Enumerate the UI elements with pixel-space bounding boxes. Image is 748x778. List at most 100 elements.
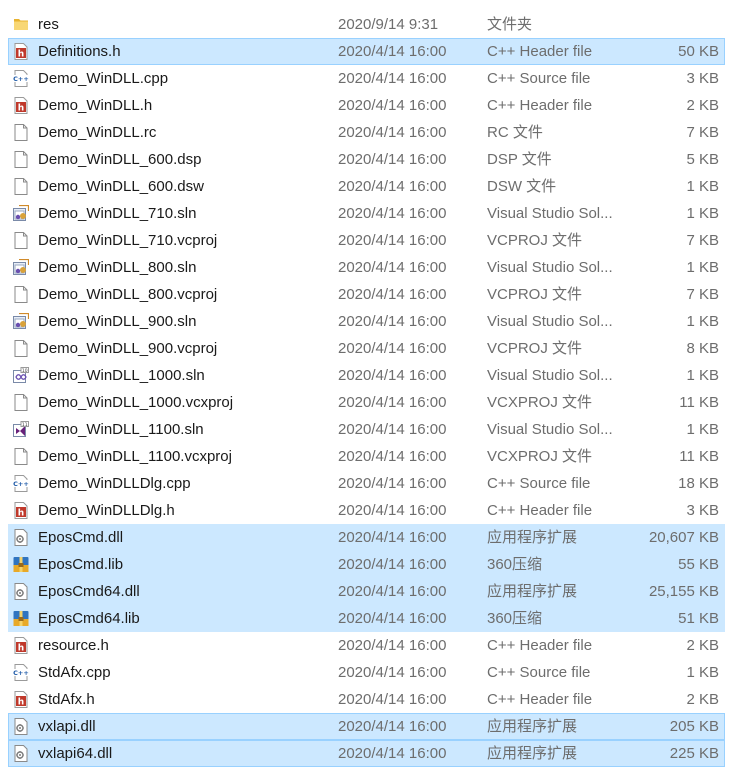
file-row[interactable]: Demo_WinDLL_710.vcproj 2020/4/14 16:00 VCP… <box>8 227 725 254</box>
file-row[interactable]: C++ Demo_WinDLLDlg.cpp 2020/4/14 16:00 C++ … <box>8 470 725 497</box>
file-type: 应用程序扩展 <box>487 529 578 546</box>
vs-solution-10-icon: 10 <box>13 367 29 384</box>
file-type: C++ Source file <box>487 70 591 87</box>
file-type: DSP 文件 <box>487 151 552 168</box>
file-date-modified: 2020/4/14 16:00 <box>338 502 447 519</box>
file-name: vxlapi64.dll <box>38 745 113 762</box>
cpp-file-icon: C++ <box>13 70 29 87</box>
file-row[interactable]: vxlapi.dll 2020/4/14 16:00 应用程序扩展 205 KB <box>8 713 725 740</box>
file-row[interactable]: Demo_WinDLL_1100.vcxproj 2020/4/14 16:00 V… <box>8 443 725 470</box>
file-row[interactable]: Demo_WinDLL_600.dsw 2020/4/14 16:00 DSW 文件… <box>8 173 725 200</box>
file-size: 2 KB <box>686 691 719 708</box>
file-size: 25,155 KB <box>648 583 719 600</box>
svg-text:h: h <box>18 698 24 708</box>
svg-text:11: 11 <box>22 422 28 428</box>
blank-file-icon <box>13 232 29 249</box>
file-row[interactable]: EposCmd64.dll 2020/4/14 16:00 应用程序扩展 25,155… <box>8 578 725 605</box>
cpp-file-icon: C++ <box>13 664 29 681</box>
file-size: 18 KB <box>678 475 719 492</box>
file-size: 7 KB <box>686 286 719 303</box>
vs-solution-icon <box>13 259 29 276</box>
file-type: C++ Header file <box>487 691 593 708</box>
vs-solution-11-icon: 11 <box>13 421 29 438</box>
archive-icon <box>13 610 29 627</box>
file-type: VCPROJ 文件 <box>487 286 583 303</box>
file-size: 1 KB <box>686 421 719 438</box>
file-row[interactable]: h Demo_WinDLL.h 2020/4/14 16:00 C++ Header … <box>8 92 725 119</box>
file-row[interactable]: C++ StdAfx.cpp 2020/4/14 16:00 C++ Source f… <box>8 659 725 686</box>
file-name: EposCmd64.dll <box>38 583 140 600</box>
file-row[interactable]: h Demo_WinDLLDlg.h 2020/4/14 16:00 C++ Head… <box>8 497 725 524</box>
file-size: 1 KB <box>686 205 719 222</box>
file-type: C++ Source file <box>487 475 591 492</box>
file-size: 11 KB <box>679 448 719 465</box>
file-date-modified: 2020/4/14 16:00 <box>338 232 447 249</box>
file-size: 3 KB <box>686 502 719 519</box>
file-size: 51 KB <box>678 610 719 627</box>
file-type: VCXPROJ 文件 <box>487 394 593 411</box>
file-name: Definitions.h <box>38 43 121 60</box>
header-file-icon: h <box>13 97 29 114</box>
svg-text:C++: C++ <box>13 75 29 83</box>
blank-file-icon <box>13 286 29 303</box>
file-row[interactable]: Demo_WinDLL_710.sln 2020/4/14 16:00 Visual… <box>8 200 725 227</box>
file-type: 文件夹 <box>487 16 533 33</box>
file-row[interactable]: Demo_WinDLL_900.vcproj 2020/4/14 16:00 VCP… <box>8 335 725 362</box>
svg-text:h: h <box>18 50 24 60</box>
file-row[interactable]: C++ Demo_WinDLL.cpp 2020/4/14 16:00 C++ Sou… <box>8 65 725 92</box>
file-row[interactable]: Demo_WinDLL_800.sln 2020/4/14 16:00 Visual… <box>8 254 725 281</box>
blank-file-icon <box>13 448 29 465</box>
svg-text:10: 10 <box>22 368 28 374</box>
file-row[interactable]: h StdAfx.h 2020/4/14 16:00 C++ Header file 2… <box>8 686 725 713</box>
file-date-modified: 2020/4/14 16:00 <box>338 205 447 222</box>
file-type: Visual Studio Sol... <box>487 259 613 276</box>
file-name: Demo_WinDLL_1000.vcxproj <box>38 394 234 411</box>
file-name: StdAfx.cpp <box>38 664 111 681</box>
header-file-icon: h <box>13 691 29 708</box>
file-row[interactable]: Demo_WinDLL_900.sln 2020/4/14 16:00 Visual… <box>8 308 725 335</box>
file-name: Demo_WinDLL.h <box>38 97 153 114</box>
dll-file-icon <box>13 529 29 546</box>
file-row[interactable]: 11 Demo_WinDLL_1100.sln 2020/4/14 16:00 Vis… <box>8 416 725 443</box>
file-date-modified: 2020/4/14 16:00 <box>338 367 447 384</box>
file-date-modified: 2020/4/14 16:00 <box>338 124 447 141</box>
file-type: 360压缩 <box>487 556 543 573</box>
file-type: C++ Header file <box>487 43 593 60</box>
file-type: VCPROJ 文件 <box>487 340 583 357</box>
file-row[interactable]: h Definitions.h 2020/4/14 16:00 C++ Header … <box>8 38 725 65</box>
file-row[interactable]: 10 Demo_WinDLL_1000.sln 2020/4/14 16:00 Vis… <box>8 362 725 389</box>
file-row[interactable]: EposCmd.dll 2020/4/14 16:00 应用程序扩展 20,607 K… <box>8 524 725 551</box>
file-row[interactable]: Demo_WinDLL_800.vcproj 2020/4/14 16:00 VCP… <box>8 281 725 308</box>
file-size: 7 KB <box>686 124 719 141</box>
file-size: 2 KB <box>686 97 719 114</box>
header-file-icon: h <box>13 43 29 60</box>
file-row[interactable]: Demo_WinDLL_1000.vcxproj 2020/4/14 16:00 V… <box>8 389 725 416</box>
file-date-modified: 2020/4/14 16:00 <box>338 97 447 114</box>
file-row[interactable]: EposCmd64.lib 2020/4/14 16:00 360压缩 51 KB <box>8 605 725 632</box>
file-type: 应用程序扩展 <box>487 745 578 762</box>
file-list: res 2020/9/14 9:31 文件夹 h Definitions.h 2020/4… <box>0 0 748 767</box>
file-date-modified: 2020/9/14 9:31 <box>338 16 439 33</box>
file-row[interactable]: vxlapi64.dll 2020/4/14 16:00 应用程序扩展 225 KB <box>8 740 725 767</box>
file-size: 2 KB <box>686 637 719 654</box>
file-type: Visual Studio Sol... <box>487 367 613 384</box>
file-name: Demo_WinDLL_800.sln <box>38 259 197 276</box>
file-date-modified: 2020/4/14 16:00 <box>338 691 447 708</box>
dll-file-icon <box>13 718 29 735</box>
file-row[interactable]: h resource.h 2020/4/14 16:00 C++ Header fil… <box>8 632 725 659</box>
file-row[interactable]: Demo_WinDLL.rc 2020/4/14 16:00 RC 文件 7 KB <box>8 119 725 146</box>
blank-file-icon <box>13 124 29 141</box>
file-size: 55 KB <box>678 556 719 573</box>
vs-solution-icon <box>13 313 29 330</box>
file-row[interactable]: res 2020/9/14 9:31 文件夹 <box>8 11 725 38</box>
file-date-modified: 2020/4/14 16:00 <box>338 286 447 303</box>
file-date-modified: 2020/4/14 16:00 <box>338 745 447 762</box>
file-date-modified: 2020/4/14 16:00 <box>338 178 447 195</box>
file-date-modified: 2020/4/14 16:00 <box>338 529 447 546</box>
file-row[interactable]: Demo_WinDLL_600.dsp 2020/4/14 16:00 DSP 文件… <box>8 146 725 173</box>
file-row[interactable]: EposCmd.lib 2020/4/14 16:00 360压缩 55 KB <box>8 551 725 578</box>
file-name: Demo_WinDLL_900.sln <box>38 313 197 330</box>
file-name: Demo_WinDLL.cpp <box>38 70 169 87</box>
file-date-modified: 2020/4/14 16:00 <box>338 718 447 735</box>
svg-text:C++: C++ <box>13 669 29 677</box>
